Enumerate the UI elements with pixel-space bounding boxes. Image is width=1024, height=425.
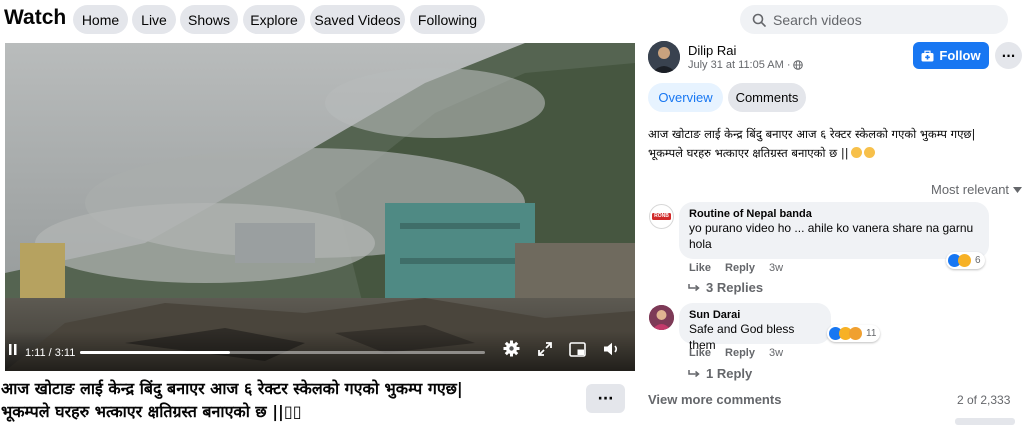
replies-label: 1 Reply: [706, 366, 753, 381]
video-more-button[interactable]: ···: [586, 384, 625, 413]
reaction-summary[interactable]: 11: [827, 325, 881, 342]
reply-arrow-icon: [688, 369, 700, 377]
search-icon: [752, 13, 766, 27]
avatar-logo-text: RONB: [654, 213, 669, 219]
like-button[interactable]: Like: [689, 347, 711, 359]
follow-label: Follow: [939, 48, 981, 63]
post-options-button[interactable]: ···: [995, 42, 1022, 69]
caret-down-icon: [1013, 186, 1023, 193]
comment-actions: Like Reply 3w: [689, 262, 783, 274]
commenter-avatar[interactable]: RONB: [649, 204, 674, 229]
comment-actions: Like Reply 3w: [689, 347, 783, 359]
follow-button[interactable]: Follow: [913, 42, 989, 69]
page-title: Watch: [4, 6, 67, 29]
nav-saved-videos[interactable]: Saved Videos: [310, 5, 405, 34]
scrollbar[interactable]: [955, 418, 1015, 425]
like-button[interactable]: Like: [689, 262, 711, 274]
post-text: आज खोटाङ लाई केन्द्र बिंदु बनाएर आज ६ रे…: [648, 125, 1020, 163]
comment-text: hola: [689, 237, 712, 251]
video-caption-line: भूकम्पले घरहरु भत्काएर क्षतिग्रस्त बनाएक…: [1, 402, 302, 421]
mini-player-icon[interactable]: [569, 342, 586, 361]
nav-shows[interactable]: Shows: [180, 5, 238, 34]
nav-live[interactable]: Live: [132, 5, 176, 34]
video-frame: [5, 43, 635, 371]
video-caption: आज खोटाङ लाई केन्द्र बिंदु बनाएर आज ६ रे…: [1, 377, 576, 423]
view-replies-link[interactable]: 1 Reply: [688, 366, 752, 381]
volume-icon[interactable]: [603, 341, 621, 360]
dot-separator: ·: [786, 59, 791, 71]
sort-dropdown[interactable]: Most relevant: [931, 182, 1023, 197]
commenter-name[interactable]: Sun Darai: [689, 309, 821, 321]
comment-bubble: Sun Darai Safe and God bless them: [679, 303, 831, 352]
video-timecode: 1:11 / 3:11: [25, 347, 76, 359]
comment-count: 2 of 2,333: [957, 393, 1011, 407]
commenter-name[interactable]: Routine of Nepal banda: [689, 208, 979, 220]
post-meta: July 31 at 11:05 AM ·: [688, 59, 804, 71]
tab-comments[interactable]: Comments: [728, 83, 806, 112]
commenter-avatar[interactable]: [649, 305, 674, 330]
author-name[interactable]: Dilip Rai: [688, 43, 736, 58]
nav-explore[interactable]: Explore: [243, 5, 305, 34]
view-replies-link[interactable]: 3 Replies: [688, 280, 763, 295]
nav-home[interactable]: Home: [73, 5, 128, 34]
reply-button[interactable]: Reply: [725, 347, 755, 359]
video-controls: 1:11 / 3:11: [5, 331, 635, 371]
reaction-summary[interactable]: 6: [946, 252, 985, 269]
comment-age[interactable]: 3w: [769, 262, 783, 274]
sort-label: Most relevant: [931, 182, 1010, 197]
video-player[interactable]: 1:11 / 3:11: [5, 43, 635, 371]
comment-text: yo purano video ho ... ahile ko vanera s…: [689, 221, 974, 235]
tab-overview[interactable]: Overview: [648, 83, 723, 112]
gear-icon[interactable]: [503, 340, 520, 361]
video-caption-line: आज खोटाङ लाई केन्द्र बिंदु बनाएर आज ६ रे…: [1, 379, 463, 398]
search-box[interactable]: [740, 5, 1008, 34]
author-avatar[interactable]: [648, 41, 680, 73]
post-text-line: आज खोटाङ लाई केन्द्र बिंदु बनाएर आज ६ रे…: [648, 127, 976, 141]
seek-bar[interactable]: [80, 351, 485, 354]
pause-icon[interactable]: [9, 340, 17, 359]
comment-age[interactable]: 3w: [769, 347, 783, 359]
follow-icon: [921, 50, 934, 61]
replies-label: 3 Replies: [706, 280, 764, 295]
seek-bar-progress: [80, 351, 230, 354]
reply-button[interactable]: Reply: [725, 262, 755, 274]
haha-reaction-icon: [958, 254, 971, 267]
post-text-line: भूकम्पले घरहरु भत्काएर क्षतिग्रस्त बनाएक…: [648, 146, 849, 160]
search-input[interactable]: [773, 11, 993, 28]
expand-icon[interactable]: [538, 341, 552, 360]
globe-icon: [793, 60, 804, 70]
sad-reaction-icon: [849, 327, 862, 340]
reply-arrow-icon: [688, 283, 700, 291]
reaction-count: 6: [975, 255, 981, 266]
reaction-count: 11: [866, 328, 877, 339]
emoji-icon: [863, 147, 875, 158]
emoji-icon: [850, 147, 862, 158]
nav-following[interactable]: Following: [410, 5, 485, 34]
top-bar: Watch Home Live Shows Explore Saved Vide…: [0, 0, 1024, 40]
comment-bubble: Routine of Nepal banda yo purano video h…: [679, 202, 989, 259]
view-more-comments-link[interactable]: View more comments: [648, 392, 781, 407]
post-date[interactable]: July 31 at 11:05 AM: [688, 59, 784, 71]
